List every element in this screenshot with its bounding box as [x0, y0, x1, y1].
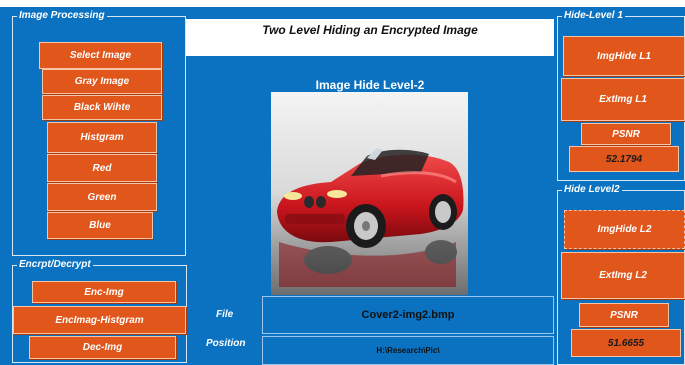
hide-level2-title: Hide Level2	[562, 183, 622, 197]
file-label: File	[216, 309, 234, 320]
page-title: Two Level Hiding an Encrypted Image	[186, 19, 554, 56]
histogram-button[interactable]: Histgram	[47, 122, 157, 153]
imghide-l2-button[interactable]: ImgHide L2	[564, 210, 685, 249]
position-label: Position	[206, 338, 246, 349]
position-field: H:\Research\Pic\	[262, 336, 554, 365]
psnr-l1-value: 52.1794	[569, 146, 679, 172]
imghide-l1-button[interactable]: ImgHide L1	[563, 36, 685, 76]
select-image-button[interactable]: Select Image	[39, 42, 162, 69]
blue-button[interactable]: Blue	[47, 212, 153, 239]
hide-level1-title: Hide-Level 1	[562, 9, 625, 23]
image-hide-level-heading: Image Hide Level-2	[315, 78, 425, 92]
file-field: Cover2-img2.bmp	[262, 296, 554, 334]
gray-image-button[interactable]: Gray Image	[42, 69, 162, 94]
enc-imag-histgram-button[interactable]: EncImag-Histgram	[13, 306, 186, 334]
encrypt-decrypt-title: Encrpt/Decrypt	[17, 258, 93, 272]
image-processing-title: Image Processing	[17, 9, 107, 23]
psnr-l1-label: PSNR	[581, 123, 671, 145]
enc-img-button[interactable]: Enc-Img	[32, 281, 176, 303]
car-picture	[271, 92, 468, 295]
psnr-l2-value: 51.6655	[571, 329, 681, 357]
green-button[interactable]: Green	[47, 183, 157, 211]
extimg-l1-button[interactable]: ExtImg L1	[561, 78, 685, 121]
extimg-l2-button[interactable]: ExtImg L2	[561, 252, 685, 299]
top-strip	[0, 0, 685, 7]
dec-img-button[interactable]: Dec-Img	[29, 336, 176, 359]
black-white-button[interactable]: Black Wihte	[42, 95, 162, 120]
cover-image	[271, 92, 468, 295]
psnr-l2-label: PSNR	[579, 303, 669, 327]
red-button[interactable]: Red	[47, 154, 157, 182]
